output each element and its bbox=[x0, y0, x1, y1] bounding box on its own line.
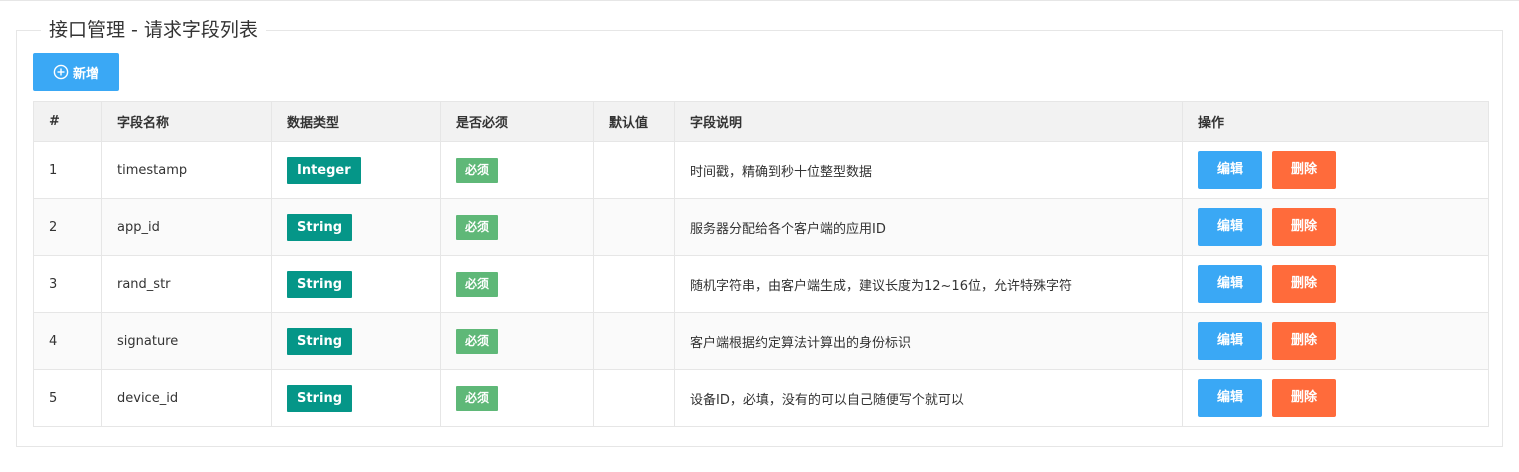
column-header-index: # bbox=[33, 101, 102, 142]
column-header-required: 是否必须 bbox=[440, 101, 594, 142]
field-name: app_id bbox=[101, 198, 272, 256]
row-index: 3 bbox=[33, 255, 102, 313]
required-badge: 必须 bbox=[456, 271, 499, 297]
delete-button[interactable]: 删除 bbox=[1272, 151, 1336, 189]
table-row: 2 app_id String 必须 服务器分配给各个客户端的应用ID 编辑 删除 bbox=[33, 198, 1489, 256]
row-index: 5 bbox=[33, 369, 102, 427]
column-header-field-name: 字段名称 bbox=[101, 101, 272, 142]
table-row: 1 timestamp Integer 必须 时间戳，精确到秒十位整型数据 编辑… bbox=[33, 141, 1489, 199]
column-header-actions: 操作 bbox=[1182, 101, 1489, 142]
data-type-badge: String bbox=[287, 213, 353, 241]
table-row: 4 signature String 必须 客户端根据约定算法计算出的身份标识 … bbox=[33, 312, 1489, 370]
row-index: 2 bbox=[33, 198, 102, 256]
default-value bbox=[593, 198, 675, 256]
fields-table: # 字段名称 数据类型 是否必须 默认值 字段说明 操作 1 timestamp… bbox=[33, 101, 1489, 427]
required-badge: 必须 bbox=[456, 214, 499, 240]
add-field-button[interactable]: 新增 bbox=[33, 53, 119, 91]
column-header-description: 字段说明 bbox=[674, 101, 1183, 142]
delete-button[interactable]: 删除 bbox=[1272, 379, 1336, 417]
edit-button[interactable]: 编辑 bbox=[1198, 208, 1262, 246]
table-row: 3 rand_str String 必须 随机字符串，由客户端生成，建议长度为1… bbox=[33, 255, 1489, 313]
column-header-default: 默认值 bbox=[593, 101, 675, 142]
edit-button[interactable]: 编辑 bbox=[1198, 379, 1262, 417]
row-index: 1 bbox=[33, 141, 102, 199]
field-name: rand_str bbox=[101, 255, 272, 313]
plus-circle-icon bbox=[53, 64, 69, 80]
field-description: 服务器分配给各个客户端的应用ID bbox=[674, 198, 1183, 256]
field-name: device_id bbox=[101, 369, 272, 427]
required-badge: 必须 bbox=[456, 157, 499, 183]
field-description: 设备ID，必填，没有的可以自己随便写个就可以 bbox=[674, 369, 1183, 427]
required-badge: 必须 bbox=[456, 385, 499, 411]
edit-button[interactable]: 编辑 bbox=[1198, 322, 1262, 360]
field-description: 随机字符串，由客户端生成，建议长度为12~16位，允许特殊字符 bbox=[674, 255, 1183, 313]
delete-button[interactable]: 删除 bbox=[1272, 265, 1336, 303]
default-value bbox=[593, 141, 675, 199]
edit-button[interactable]: 编辑 bbox=[1198, 265, 1262, 303]
delete-button[interactable]: 删除 bbox=[1272, 322, 1336, 360]
table-row: 5 device_id String 必须 设备ID，必填，没有的可以自己随便写… bbox=[33, 369, 1489, 427]
field-name: timestamp bbox=[101, 141, 272, 199]
default-value bbox=[593, 312, 675, 370]
data-type-badge: String bbox=[287, 384, 353, 412]
field-description: 客户端根据约定算法计算出的身份标识 bbox=[674, 312, 1183, 370]
row-index: 4 bbox=[33, 312, 102, 370]
field-name: signature bbox=[101, 312, 272, 370]
data-type-badge: Integer bbox=[287, 156, 361, 184]
column-header-data-type: 数据类型 bbox=[271, 101, 441, 142]
add-button-label: 新增 bbox=[72, 66, 99, 82]
page-title: 接口管理 - 请求字段列表 bbox=[41, 17, 266, 43]
field-description: 时间戳，精确到秒十位整型数据 bbox=[674, 141, 1183, 199]
table-header-row: # 字段名称 数据类型 是否必须 默认值 字段说明 操作 bbox=[33, 101, 1489, 142]
default-value bbox=[593, 369, 675, 427]
data-type-badge: String bbox=[287, 270, 353, 298]
data-type-badge: String bbox=[287, 327, 353, 355]
default-value bbox=[593, 255, 675, 313]
page: 接口管理 - 请求字段列表 新增 # 字段名称 数据类型 是否必须 默认值 字段… bbox=[0, 0, 1519, 472]
delete-button[interactable]: 删除 bbox=[1272, 208, 1336, 246]
required-badge: 必须 bbox=[456, 328, 499, 354]
edit-button[interactable]: 编辑 bbox=[1198, 151, 1262, 189]
request-fields-panel: 接口管理 - 请求字段列表 新增 # 字段名称 数据类型 是否必须 默认值 字段… bbox=[16, 17, 1503, 447]
